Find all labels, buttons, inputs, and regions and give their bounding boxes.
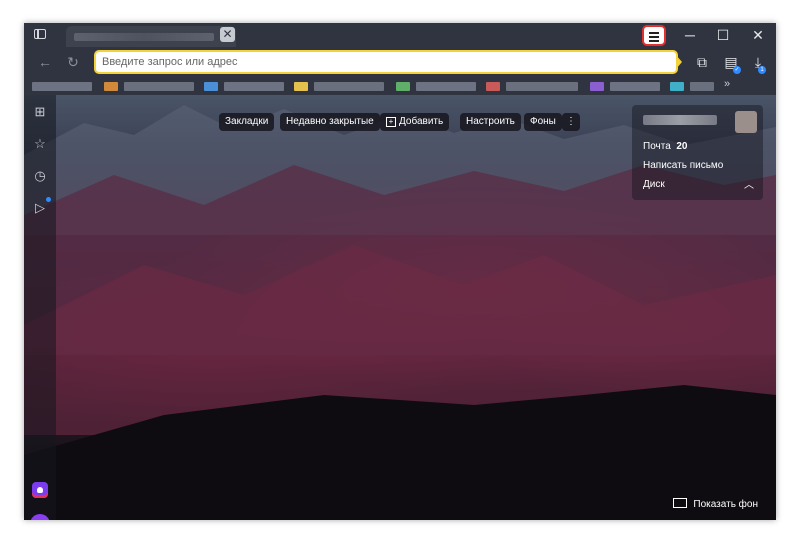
- back-icon[interactable]: ←: [36, 53, 54, 71]
- bookmarks-star-icon[interactable]: ☆: [31, 135, 49, 153]
- close-window-icon[interactable]: ✕: [748, 27, 768, 43]
- customize-button[interactable]: Настроить: [460, 113, 521, 131]
- history-clock-icon[interactable]: ◷: [31, 167, 49, 185]
- mail-link[interactable]: Почта 20: [643, 141, 687, 152]
- media-notification-dot: [46, 197, 51, 202]
- bookmark-item[interactable]: [294, 82, 308, 91]
- account-name-blurred: [643, 115, 717, 125]
- omnibox[interactable]: [94, 50, 678, 74]
- bookmark-item[interactable]: [204, 82, 218, 91]
- bookmark-item[interactable]: [314, 82, 384, 91]
- omnibox-tail: [676, 55, 682, 69]
- tab-title-blurred: [74, 33, 214, 41]
- account-panel: Почта 20 Написать письмо Диск ︿: [632, 105, 763, 200]
- bookmark-item[interactable]: [610, 82, 660, 91]
- sidebar-toggle-icon[interactable]: [34, 29, 46, 39]
- services-grid-icon[interactable]: ⊞: [31, 103, 49, 121]
- translate-icon[interactable]: ⧉: [692, 52, 712, 72]
- mail-label: Почта: [643, 141, 671, 152]
- bookmark-item[interactable]: [396, 82, 410, 91]
- recently-closed-button[interactable]: Недавно закрытые: [280, 113, 380, 131]
- bookmarks-bar: »: [24, 77, 776, 95]
- main-menu-button[interactable]: [642, 25, 666, 46]
- protect-check-badge: ✓: [733, 66, 741, 74]
- browser-window: ✕ ─ ☐ ✕ ← ↻ ⧉ ▤ ✓ ⤓ 1: [24, 23, 776, 520]
- more-options-icon[interactable]: ⋮: [562, 113, 580, 131]
- new-tab-page: ⊞ ☆ ◷ ▷ Закладки Недавно закрытые + Добав…: [24, 95, 776, 520]
- bookmark-item[interactable]: [124, 82, 194, 91]
- address-row: ← ↻ ⧉ ▤ ✓ ⤓ 1: [24, 47, 776, 77]
- bookmark-item[interactable]: [486, 82, 500, 91]
- bookmark-item[interactable]: [590, 82, 604, 91]
- picture-icon: [673, 498, 688, 508]
- bookmark-item[interactable]: [690, 82, 714, 91]
- browser-tab[interactable]: [66, 26, 236, 47]
- backgrounds-button[interactable]: Фоны: [524, 113, 562, 131]
- title-bar: ✕ ─ ☐ ✕: [24, 23, 776, 47]
- close-tab-icon[interactable]: ✕: [220, 27, 235, 42]
- alice-assistant-icon[interactable]: [30, 514, 50, 520]
- show-background-button[interactable]: Показать фон: [673, 498, 758, 510]
- downloads-badge: 1: [758, 66, 766, 74]
- bookmarks-button[interactable]: Закладки: [219, 113, 275, 131]
- add-label: Добавить: [399, 116, 444, 127]
- mail-count: 20: [676, 141, 688, 152]
- add-button[interactable]: + Добавить: [380, 113, 450, 131]
- left-sidebar: ⊞ ☆ ◷ ▷: [24, 95, 56, 520]
- disk-link[interactable]: Диск: [643, 179, 665, 190]
- bookmark-item[interactable]: [670, 82, 684, 91]
- bookmark-item[interactable]: [32, 82, 92, 91]
- address-input[interactable]: [102, 53, 662, 71]
- bookmarks-overflow-icon[interactable]: »: [724, 78, 730, 90]
- minimize-icon[interactable]: ─: [680, 27, 700, 43]
- collapse-chevron-icon[interactable]: ︿: [744, 176, 754, 191]
- bookmark-item[interactable]: [224, 82, 284, 91]
- compose-link[interactable]: Написать письмо: [643, 160, 723, 171]
- bookmark-item[interactable]: [104, 82, 118, 91]
- add-icon: +: [386, 117, 396, 127]
- bookmark-item[interactable]: [416, 82, 476, 91]
- bookmark-item[interactable]: [506, 82, 578, 91]
- avatar[interactable]: [735, 111, 757, 133]
- show-background-label: Показать фон: [693, 499, 758, 510]
- reload-icon[interactable]: ↻: [64, 53, 82, 71]
- maximize-icon[interactable]: ☐: [713, 27, 733, 43]
- alice-app-icon[interactable]: [32, 482, 48, 498]
